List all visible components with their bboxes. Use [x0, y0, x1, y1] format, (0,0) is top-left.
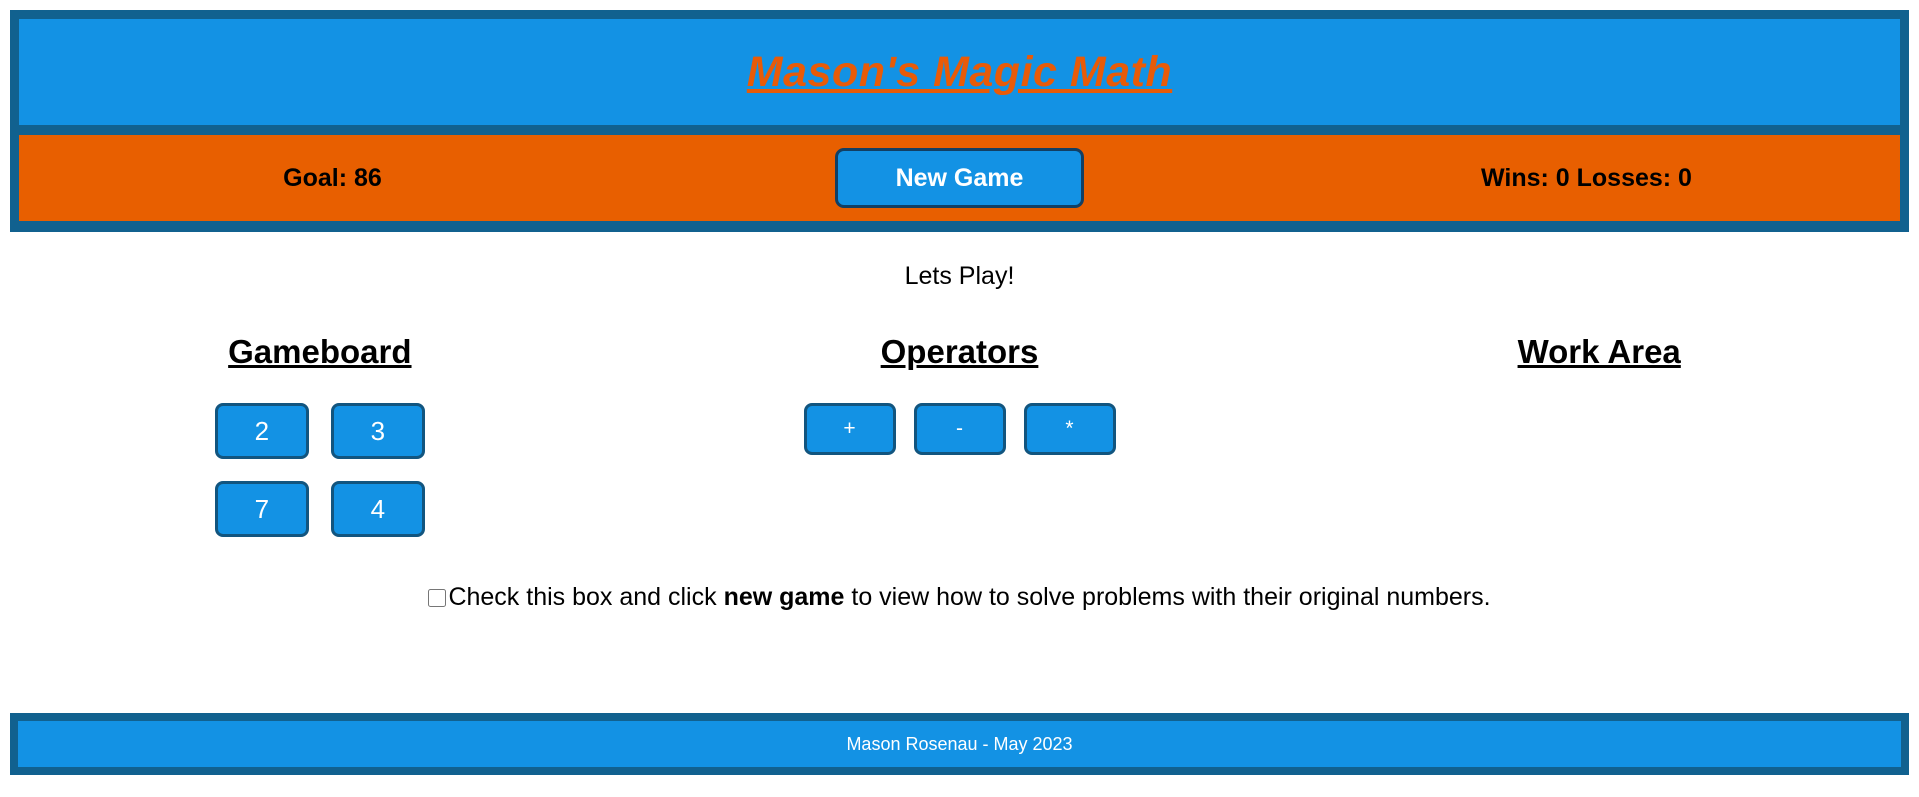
new-game-button[interactable]: New Game: [835, 148, 1085, 208]
status-message: Lets Play!: [0, 262, 1919, 291]
operator-minus-button[interactable]: -: [914, 403, 1006, 455]
hint-text-bold: new game: [724, 583, 845, 611]
operators-column: Operators + - *: [640, 333, 1280, 543]
gameboard-heading: Gameboard: [0, 333, 640, 371]
number-tile[interactable]: 3: [331, 403, 425, 459]
operators-row: + - *: [804, 403, 1116, 455]
page-title: Mason's Magic Math: [747, 48, 1172, 97]
new-game-cell: New Game: [646, 148, 1273, 208]
score-display: Wins: 0 Losses: 0: [1273, 164, 1900, 193]
work-area-content: [1279, 403, 1919, 543]
header: Mason's Magic Math Goal: 86 New Game Win…: [10, 10, 1909, 232]
show-solution-checkbox[interactable]: [428, 589, 446, 607]
hint-text-after: to view how to solve problems with their…: [844, 583, 1490, 611]
operators-heading: Operators: [640, 333, 1280, 371]
main-columns: Gameboard 2 3 7 4 Operators + - * Work A…: [0, 333, 1919, 543]
status-bar: Goal: 86 New Game Wins: 0 Losses: 0: [19, 135, 1900, 221]
hint-label: Check this box and click new game to vie…: [448, 583, 1490, 612]
number-tile[interactable]: 7: [215, 481, 309, 537]
footer: Mason Rosenau - May 2023: [10, 713, 1909, 775]
footer-credit: Mason Rosenau - May 2023: [846, 734, 1072, 755]
gameboard-grid: 2 3 7 4: [215, 403, 425, 537]
work-area-column: Work Area: [1279, 333, 1919, 543]
gameboard-column: Gameboard 2 3 7 4: [0, 333, 640, 543]
goal-display: Goal: 86: [19, 164, 646, 193]
number-tile[interactable]: 2: [215, 403, 309, 459]
work-area-heading: Work Area: [1279, 333, 1919, 371]
hint-text-before: Check this box and click: [448, 583, 723, 611]
operator-plus-button[interactable]: +: [804, 403, 896, 455]
title-bar: Mason's Magic Math: [19, 19, 1900, 125]
hint-row: Check this box and click new game to vie…: [0, 583, 1919, 612]
number-tile[interactable]: 4: [331, 481, 425, 537]
operator-multiply-button[interactable]: *: [1024, 403, 1116, 455]
